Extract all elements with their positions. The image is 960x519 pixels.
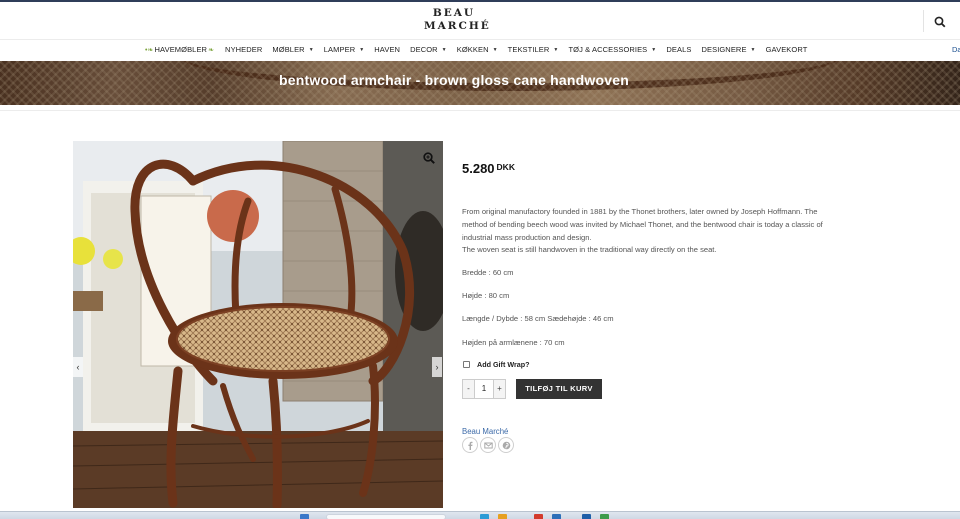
leaf-icon: •❧	[145, 46, 154, 54]
add-to-cart-button[interactable]: TILFØJ TIL KURV	[516, 379, 602, 399]
nav-item-label: HAVEN	[374, 45, 401, 54]
nav-item[interactable]: LAMPER ▼	[324, 45, 365, 54]
price-currency: DKK	[496, 162, 515, 172]
gallery-next-button[interactable]: ›	[432, 357, 442, 377]
spec-height: Højde : 80 cm	[462, 291, 510, 300]
os-taskbar	[0, 511, 960, 519]
facebook-icon	[468, 441, 473, 450]
spec-armrest: Højden på armlænene : 70 cm	[462, 338, 565, 347]
taskbar-start-icon[interactable]	[300, 514, 309, 519]
language-link[interactable]: Da	[952, 45, 960, 54]
gallery-prev-button[interactable]: ‹	[73, 357, 83, 377]
pinterest-icon	[502, 441, 511, 450]
share-facebook-button[interactable]	[462, 437, 478, 453]
chevron-down-icon: ▼	[492, 46, 498, 53]
nav-item[interactable]: TEKSTILER ▼	[508, 45, 559, 54]
taskbar-app-icon[interactable]	[480, 514, 489, 519]
content-separator	[0, 110, 960, 111]
product-price: 5.280 DKK	[462, 161, 515, 176]
quantity-stepper: - 1 +	[462, 379, 506, 399]
zoom-button[interactable]	[422, 151, 436, 165]
spec-width: Bredde : 60 cm	[462, 268, 514, 277]
description-paragraph: From original manufactory founded in 188…	[462, 207, 823, 242]
share-pinterest-button[interactable]	[498, 437, 514, 453]
quantity-minus-button[interactable]: -	[463, 380, 474, 398]
main-navigation: •❧ HAVEMØBLER ❧ NYHEDER MØBLER ▼ LAMPER ▼ HAVEN D…	[0, 39, 960, 61]
chair-photo	[73, 141, 443, 508]
nav-item-label: DEALS	[666, 45, 692, 54]
chevron-down-icon: ▼	[651, 46, 657, 53]
nav-item[interactable]: GAVEKORT	[766, 45, 808, 54]
logo-line-1: BEAU	[432, 7, 476, 19]
leaf-icon: ❧	[208, 46, 215, 54]
chevron-down-icon: ▼	[553, 46, 559, 53]
search-button[interactable]	[934, 15, 946, 28]
gift-wrap-checkbox[interactable]	[463, 361, 470, 368]
nav-item[interactable]: DESIGNERE ▼	[701, 45, 755, 54]
spec-length: Længde / Dybde : 58 cm Sædehøjde : 46 cm	[462, 314, 614, 323]
quantity-input[interactable]: 1	[474, 380, 494, 398]
nav-item[interactable]: TØJ & ACCESSORIES ▼	[568, 45, 656, 54]
page-title-banner: bentwood armchair - brown gloss cane han…	[0, 61, 960, 105]
gift-wrap-label[interactable]: Add Gift Wrap?	[477, 360, 530, 369]
nav-item[interactable]: •❧ HAVEMØBLER ❧	[144, 45, 215, 54]
logo-line-2: MARCHÉ	[424, 19, 491, 32]
header-divider	[923, 10, 924, 32]
nav-item[interactable]: NYHEDER	[225, 45, 262, 54]
taskbar-app-icon[interactable]	[534, 514, 543, 519]
gift-wrap-option: Add Gift Wrap?	[463, 360, 530, 369]
taskbar-app-icon[interactable]	[600, 514, 609, 519]
product-description: From original manufactory founded in 188…	[462, 206, 838, 257]
nav-item[interactable]: DECOR ▼	[410, 45, 447, 54]
nav-item[interactable]: MØBLER ▼	[272, 45, 313, 54]
nav-item-label: GAVEKORT	[765, 45, 808, 54]
nav-item-label: NYHEDER	[225, 45, 263, 54]
product-image[interactable]	[73, 141, 443, 508]
zoom-icon	[423, 152, 435, 164]
nav-item-label: DECOR	[410, 45, 438, 54]
taskbar-app-icon[interactable]	[498, 514, 507, 519]
page-title: bentwood armchair - brown gloss cane han…	[279, 72, 629, 88]
share-email-button[interactable]	[480, 437, 496, 453]
chevron-down-icon: ▼	[750, 46, 756, 53]
nav-item-label: MØBLER	[272, 45, 305, 54]
chevron-down-icon: ▼	[308, 46, 314, 53]
taskbar-app-icon[interactable]	[552, 514, 561, 519]
nav-item-label: KØKKEN	[456, 45, 489, 54]
search-icon	[934, 16, 946, 28]
nav-item-label: TØJ & ACCESSORIES	[568, 45, 648, 54]
site-logo[interactable]: BEAU MARCHÉ	[424, 7, 491, 32]
taskbar-search[interactable]	[326, 514, 446, 519]
nav-item-label: LAMPER	[323, 45, 356, 54]
nav-item-label: DESIGNERE	[701, 45, 747, 54]
chevron-down-icon: ▼	[441, 46, 447, 53]
brand-link[interactable]: Beau Marché	[462, 427, 508, 436]
quantity-plus-button[interactable]: +	[494, 380, 505, 398]
nav-item-label: HAVEMØBLER	[154, 45, 208, 54]
email-icon	[484, 442, 493, 449]
nav-item[interactable]: DEALS	[666, 45, 691, 54]
description-paragraph-2: The woven seat is still handwoven in the…	[462, 245, 717, 255]
taskbar-app-icon[interactable]	[582, 514, 591, 519]
price-amount: 5.280	[462, 161, 495, 176]
nav-items: •❧ HAVEMØBLER ❧ NYHEDER MØBLER ▼ LAMPER ▼ HAVEN D…	[144, 45, 817, 54]
site-header: BEAU MARCHÉ	[0, 2, 960, 39]
nav-item-label: TEKSTILER	[507, 45, 550, 54]
nav-item[interactable]: HAVEN	[374, 45, 400, 54]
nav-item[interactable]: KØKKEN ▼	[457, 45, 498, 54]
chevron-down-icon: ▼	[359, 46, 365, 53]
